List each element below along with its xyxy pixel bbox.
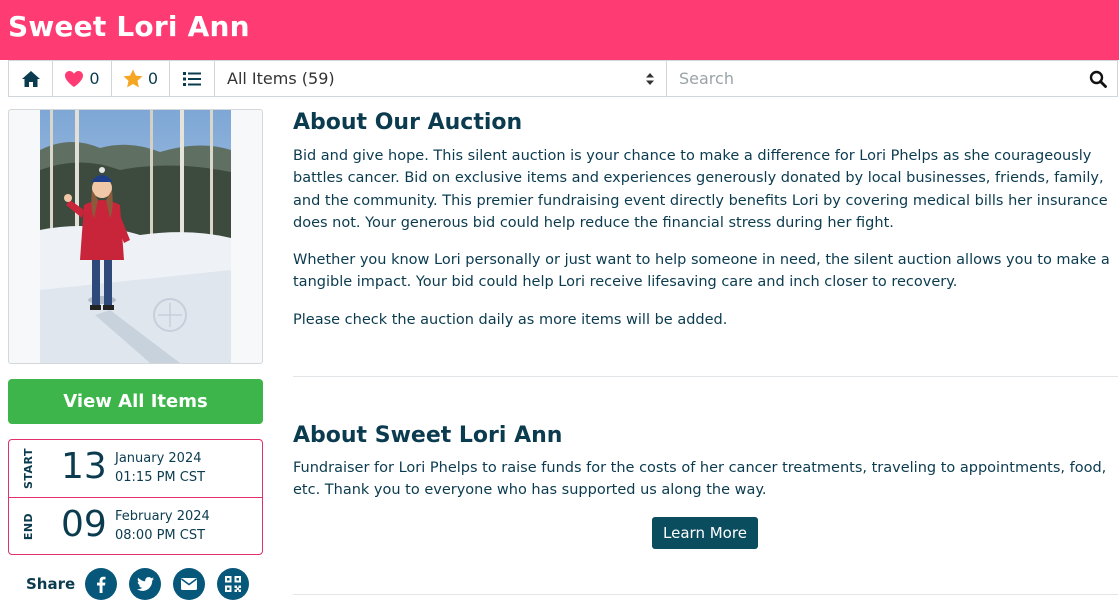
list-view-button[interactable] <box>170 61 215 96</box>
share-qr-button[interactable] <box>217 568 250 600</box>
start-label: START <box>22 447 36 490</box>
about-org-heading: About Sweet Lori Ann <box>293 423 563 448</box>
home-button[interactable] <box>9 61 53 96</box>
auction-photo[interactable] <box>40 110 231 363</box>
heart-icon <box>65 70 84 87</box>
start-month-year: January 2024 <box>115 451 202 466</box>
view-all-items-button[interactable]: View All Items <box>8 379 263 424</box>
start-day: 13 <box>61 446 107 487</box>
share-facebook-button[interactable] <box>85 568 118 600</box>
learn-more-button[interactable]: Learn More <box>652 517 758 549</box>
page-title: Sweet Lori Ann <box>8 10 250 43</box>
end-time: 08:00 PM CST <box>115 528 206 543</box>
list-icon <box>183 71 201 86</box>
about-org-paragraph: Fundraiser for Lori Phelps to raise fund… <box>293 460 1107 499</box>
favorites-button[interactable]: 0 <box>53 61 112 96</box>
about-auction-paragraph-2: Whether you know Lori personally or just… <box>293 252 1110 291</box>
qr-code-icon <box>225 576 242 592</box>
about-auction-paragraph-3: Please check the auction daily as more i… <box>293 312 728 328</box>
category-select-value: All Items (59) <box>227 69 335 88</box>
category-select[interactable]: All Items (59) <box>215 61 667 96</box>
share-twitter-button[interactable] <box>129 568 162 600</box>
auction-dates: START 13 January 2024 01:15 PM CST END 0… <box>8 439 263 555</box>
section-divider <box>293 376 1118 377</box>
watchlist-button[interactable]: 0 <box>112 61 170 96</box>
home-icon <box>21 70 40 87</box>
share-label: Share <box>26 575 76 593</box>
share-bar: Share <box>26 568 250 600</box>
end-month-year: February 2024 <box>115 509 210 524</box>
select-caret-icon <box>646 72 654 85</box>
start-time: 01:15 PM CST <box>115 470 206 485</box>
auction-image-frame <box>8 109 263 364</box>
star-icon <box>123 69 143 88</box>
section-divider-bottom <box>293 594 1118 595</box>
about-auction-heading: About Our Auction <box>293 110 523 135</box>
start-date-row: START 13 January 2024 01:15 PM CST <box>9 440 262 497</box>
search-input[interactable] <box>679 69 1059 88</box>
end-day: 09 <box>61 504 107 545</box>
search-icon[interactable] <box>1089 70 1107 88</box>
share-email-button[interactable] <box>173 568 206 600</box>
favorites-count: 0 <box>89 69 100 88</box>
end-date-row: END 09 February 2024 08:00 PM CST <box>9 497 262 554</box>
site-header: Sweet Lori Ann <box>0 0 1119 60</box>
about-auction-paragraph-1: Bid and give hope. This silent auction i… <box>293 148 1108 231</box>
search-bar <box>667 61 1117 96</box>
twitter-icon <box>136 577 154 591</box>
email-icon <box>181 578 198 590</box>
toolbar: 0 0 All Items (59) <box>8 60 1118 97</box>
watchlist-count: 0 <box>147 69 159 88</box>
facebook-icon <box>97 576 106 593</box>
end-label: END <box>22 512 36 540</box>
